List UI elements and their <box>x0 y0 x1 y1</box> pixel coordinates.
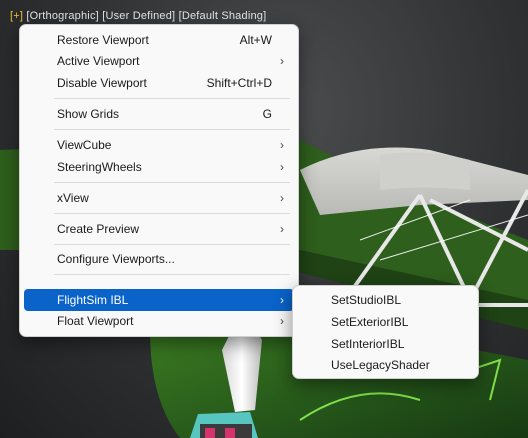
menu-separator <box>54 274 290 275</box>
viewport-label: [+] [Orthographic] [User Defined] [Defau… <box>10 10 266 22</box>
menu-item-xview[interactable]: xView › <box>24 187 294 209</box>
submenu-item-label: SetStudioIBL <box>331 293 402 307</box>
menu-item-disable-viewport[interactable]: Disable Viewport Shift+Ctrl+D <box>24 72 294 94</box>
menu-item-viewcube[interactable]: ViewCube › <box>24 134 294 156</box>
viewport-context-menu: Restore Viewport Alt+W Active Viewport ›… <box>19 24 299 337</box>
submenu-item-set-exterior-ibl[interactable]: SetExteriorIBL <box>297 311 474 333</box>
chevron-right-icon: › <box>280 160 284 174</box>
menu-item-label: Restore Viewport <box>57 33 149 47</box>
viewport-menu-plus[interactable]: [+] <box>10 10 23 22</box>
chevron-right-icon: › <box>280 54 284 68</box>
viewport-shading-label[interactable]: [Default Shading] <box>179 10 267 22</box>
menu-item-configure-viewports[interactable]: Configure Viewports... <box>24 248 294 270</box>
menu-item-active-viewport[interactable]: Active Viewport › <box>24 50 294 72</box>
menu-item-label: SteeringWheels <box>57 160 142 174</box>
flightsim-ibl-submenu: SetStudioIBL SetExteriorIBL SetInteriorI… <box>292 285 479 379</box>
submenu-item-set-interior-ibl[interactable]: SetInteriorIBL <box>297 333 474 355</box>
menu-item-float-viewport[interactable]: Float Viewport › <box>24 310 294 332</box>
menu-item-label: ViewCube <box>57 138 112 152</box>
menu-item-label: Active Viewport <box>57 54 140 68</box>
menu-item-shortcut: G <box>262 107 272 121</box>
viewport-view-label[interactable]: [Orthographic] <box>26 10 99 22</box>
menu-item-shortcut: Alt+W <box>239 33 272 47</box>
menu-separator <box>54 213 290 214</box>
menu-item-shortcut: Shift+Ctrl+D <box>206 76 272 90</box>
chevron-right-icon: › <box>280 191 284 205</box>
menu-separator <box>54 244 290 245</box>
submenu-item-label: SetExteriorIBL <box>331 315 409 329</box>
chevron-right-icon: › <box>280 138 284 152</box>
menu-item-flightsim-ibl[interactable]: FlightSim IBL › <box>24 289 294 311</box>
menu-item-show-grids[interactable]: Show Grids G <box>24 103 294 125</box>
submenu-item-set-studio-ibl[interactable]: SetStudioIBL <box>297 289 474 311</box>
menu-separator <box>54 129 290 130</box>
menu-item-steeringwheels[interactable]: SteeringWheels › <box>24 156 294 178</box>
submenu-item-label: SetInteriorIBL <box>331 337 405 351</box>
submenu-item-label: UseLegacyShader <box>331 358 430 372</box>
menu-item-label: Show Grids <box>57 107 120 121</box>
menu-item-create-preview[interactable]: Create Preview › <box>24 218 294 240</box>
chevron-right-icon: › <box>280 293 284 307</box>
chevron-right-icon: › <box>280 222 284 236</box>
menu-item-label: Create Preview <box>57 222 140 236</box>
viewport-mode-label[interactable]: [User Defined] <box>102 10 175 22</box>
submenu-item-use-legacy-shader[interactable]: UseLegacyShader <box>297 354 474 376</box>
menu-item-label: FlightSim IBL <box>57 293 129 307</box>
menu-item-restore-viewport[interactable]: Restore Viewport Alt+W <box>24 29 294 51</box>
menu-item-label: xView <box>57 191 89 205</box>
menu-item-label: Float Viewport <box>57 314 134 328</box>
menu-item-label: Disable Viewport <box>57 76 147 90</box>
menu-separator <box>54 182 290 183</box>
menu-item-label: Configure Viewports... <box>57 252 175 266</box>
chevron-right-icon: › <box>280 314 284 328</box>
menu-separator <box>54 98 290 99</box>
